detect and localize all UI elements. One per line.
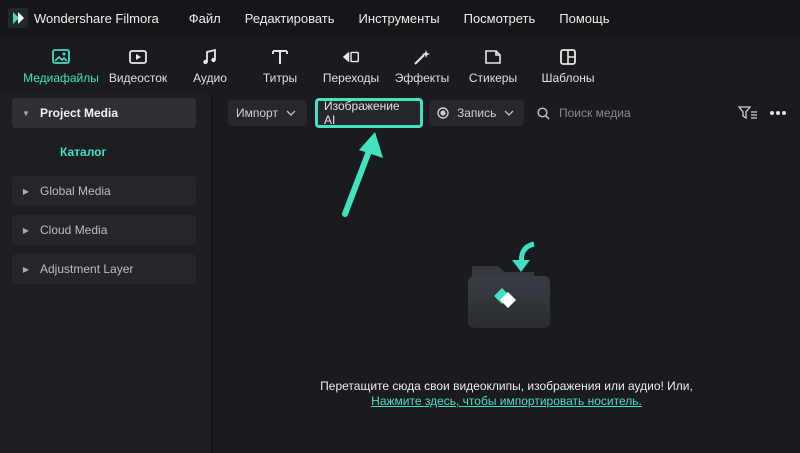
media-sidebar: ▼ Project Media Каталог ▶ Global Media ▶… xyxy=(0,94,212,453)
import-folder-icon[interactable] xyxy=(464,234,554,334)
media-icon xyxy=(51,48,71,66)
more-icon xyxy=(770,111,786,115)
tab-effects-label: Эффекты xyxy=(394,71,450,85)
caret-right-icon: ▶ xyxy=(22,225,30,235)
tab-transitions[interactable]: Переходы xyxy=(312,36,390,94)
tab-stickers[interactable]: Стикеры xyxy=(454,36,532,94)
sidebar-item-label: Adjustment Layer xyxy=(40,262,134,276)
caret-right-icon: ▶ xyxy=(22,186,30,196)
menu-file[interactable]: Файл xyxy=(189,11,221,26)
filter-icon xyxy=(738,106,757,120)
search-input[interactable]: Поиск медиа xyxy=(537,100,631,126)
tab-audio[interactable]: Аудио xyxy=(172,36,248,94)
chevron-down-icon xyxy=(286,110,296,116)
tab-media-label: Медиафайлы xyxy=(23,71,99,85)
search-placeholder: Поиск медиа xyxy=(559,106,631,120)
sidebar-item-label: Cloud Media xyxy=(40,223,108,237)
transitions-icon xyxy=(341,48,361,66)
menu-help[interactable]: Помощь xyxy=(559,11,609,26)
annotation-arrow-icon xyxy=(342,132,383,217)
tab-stock-video-label: Видеосток xyxy=(108,71,168,85)
filter-button[interactable] xyxy=(737,103,759,123)
sidebar-item-catalog[interactable]: Каталог xyxy=(12,137,211,167)
stickers-icon xyxy=(483,48,503,66)
tab-audio-label: Аудио xyxy=(193,71,227,85)
sidebar-item-adjustment-layer[interactable]: ▶ Adjustment Layer xyxy=(12,254,196,284)
stock-video-icon xyxy=(128,48,148,66)
record-button-label: Запись xyxy=(457,106,497,120)
sidebar-item-cloud-media[interactable]: ▶ Cloud Media xyxy=(12,215,196,245)
tab-titles-label: Титры xyxy=(262,71,298,85)
main-toolbar: Медиафайлы Видеосток Аудио Титры Переход… xyxy=(0,36,800,94)
music-note-icon xyxy=(200,48,220,66)
effects-icon xyxy=(412,48,432,66)
ai-image-button[interactable]: Изображение AI xyxy=(315,98,423,128)
import-button-label: Импорт xyxy=(236,106,278,120)
media-library-panel: Импорт Изображение AI Запись Поиск медиа xyxy=(213,94,800,453)
empty-state-text: Перетащите сюда свои видеоклипы, изображ… xyxy=(213,379,800,409)
app-name: Wondershare Filmora xyxy=(34,10,159,26)
tab-transitions-label: Переходы xyxy=(322,71,380,85)
import-button[interactable]: Импорт xyxy=(228,100,307,126)
caret-right-icon: ▶ xyxy=(22,264,30,274)
templates-icon xyxy=(558,48,578,66)
ai-image-button-label: Изображение AI xyxy=(324,99,400,127)
chevron-down-icon xyxy=(504,110,514,116)
more-options-button[interactable] xyxy=(767,103,789,123)
text-icon xyxy=(270,48,290,66)
tab-templates-label: Шаблоны xyxy=(541,71,595,85)
tab-media[interactable]: Медиафайлы xyxy=(18,36,104,94)
empty-state-message: Перетащите сюда свои видеоклипы, изображ… xyxy=(320,379,693,393)
sidebar-item-label: Global Media xyxy=(40,184,111,198)
media-toolbar: Импорт Изображение AI Запись Поиск медиа xyxy=(213,94,800,132)
tab-stickers-label: Стикеры xyxy=(468,71,518,85)
tab-stock-video[interactable]: Видеосток xyxy=(104,36,172,94)
tab-effects[interactable]: Эффекты xyxy=(390,36,454,94)
sidebar-item-global-media[interactable]: ▶ Global Media xyxy=(12,176,196,206)
menu-edit[interactable]: Редактировать xyxy=(245,11,335,26)
sidebar-item-label: Project Media xyxy=(40,106,119,120)
tab-templates[interactable]: Шаблоны xyxy=(532,36,604,94)
tab-titles[interactable]: Титры xyxy=(248,36,312,94)
sidebar-item-project-media[interactable]: ▼ Project Media xyxy=(12,98,196,128)
search-icon xyxy=(537,106,551,120)
filmora-logo-icon xyxy=(8,8,28,28)
menu-tools[interactable]: Инструменты xyxy=(359,11,440,26)
record-icon xyxy=(437,107,449,119)
menu-bar: Файл Редактировать Инструменты Посмотрет… xyxy=(189,11,634,26)
import-media-link[interactable]: Нажмите здесь, чтобы импортировать носит… xyxy=(371,394,642,408)
title-bar: Wondershare Filmora Файл Редактировать И… xyxy=(0,0,800,36)
menu-view[interactable]: Посмотреть xyxy=(464,11,536,26)
caret-down-icon: ▼ xyxy=(22,108,30,118)
record-button[interactable]: Запись xyxy=(429,100,524,126)
